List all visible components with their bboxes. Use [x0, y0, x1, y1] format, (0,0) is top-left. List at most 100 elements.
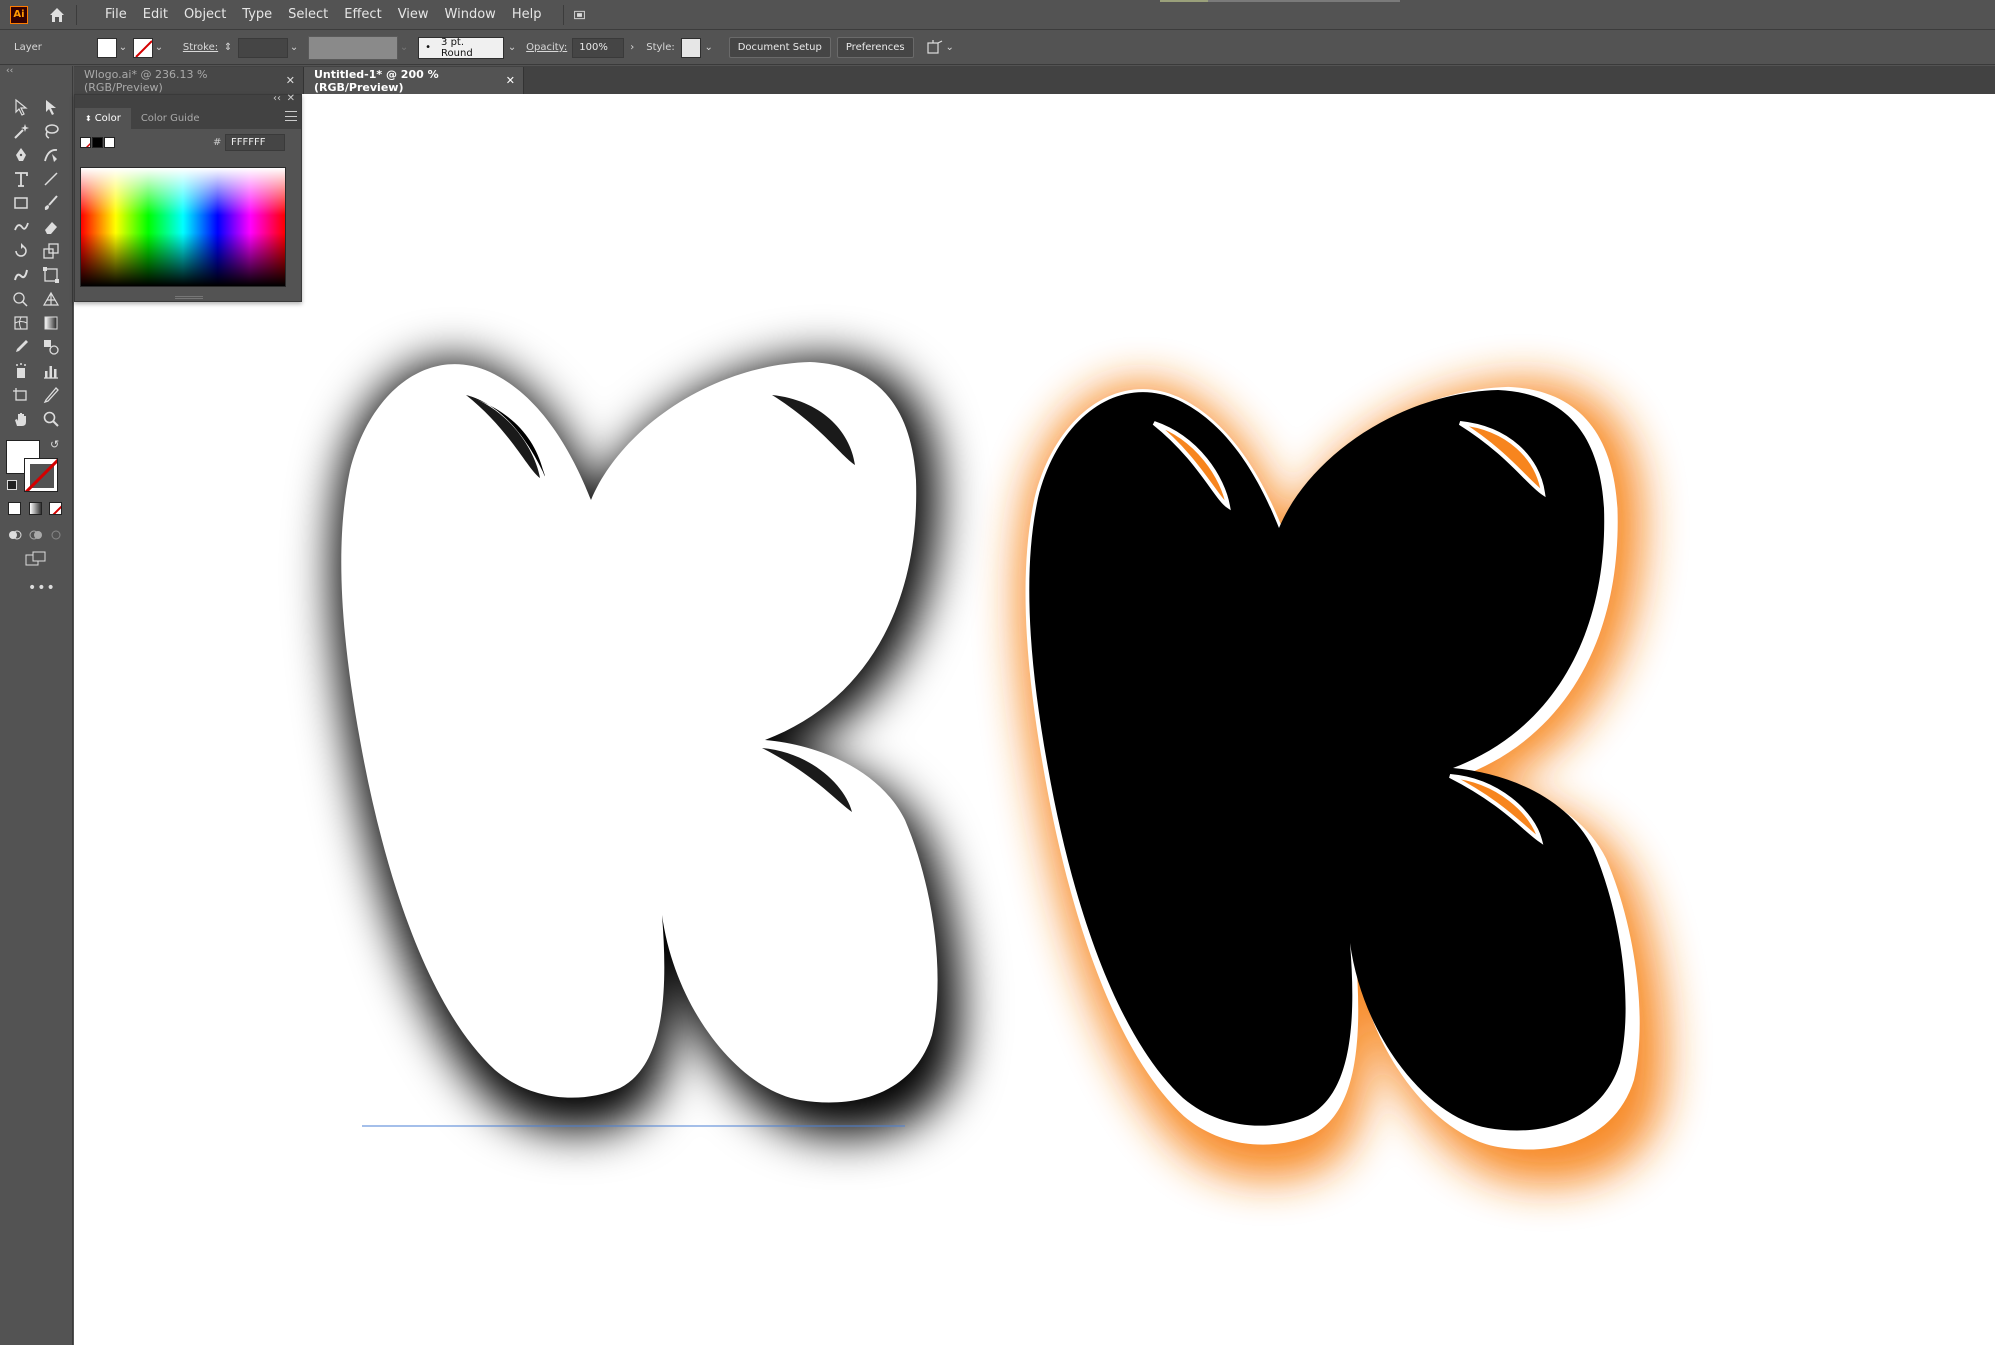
screen-mode-icon[interactable] — [24, 550, 48, 568]
menu-object[interactable]: Object — [176, 0, 234, 30]
menu-effect[interactable]: Effect — [336, 0, 389, 30]
stroke-swatch[interactable] — [132, 37, 153, 58]
draw-normal-icon[interactable] — [8, 526, 22, 540]
stroke-weight-field[interactable] — [238, 37, 289, 58]
color-mode-icon[interactable] — [8, 502, 21, 515]
menu-help[interactable]: Help — [504, 0, 550, 30]
top-progress — [1160, 0, 1400, 2]
artwork — [333, 358, 1666, 1185]
draw-behind-icon[interactable] — [29, 526, 43, 540]
arrange-icon[interactable] — [926, 39, 944, 56]
edit-toolbar-icon[interactable]: ••• — [28, 580, 56, 596]
type-tool-icon[interactable] — [8, 168, 34, 190]
pen-tool-icon[interactable] — [8, 144, 34, 166]
perspective-grid-tool-icon[interactable] — [38, 288, 64, 310]
panel-menu-icon[interactable] — [285, 111, 297, 121]
zoom-tool-icon[interactable] — [38, 408, 64, 430]
slice-tool-icon[interactable] — [38, 384, 64, 406]
hex-label: # — [213, 136, 222, 148]
none-swatch[interactable] — [80, 136, 91, 148]
gradient-tool-icon[interactable] — [38, 312, 64, 334]
hex-input[interactable]: FFFFFF — [225, 133, 285, 151]
menu-edit[interactable]: Edit — [135, 0, 176, 30]
swap-fill-stroke-icon[interactable]: ↺ — [50, 438, 59, 451]
style-label: Style: — [646, 42, 675, 53]
menu-type[interactable]: Type — [234, 0, 280, 30]
menu-file[interactable]: File — [97, 0, 135, 30]
eyedropper-tool-icon[interactable] — [8, 336, 34, 358]
panel-resize-handle[interactable] — [175, 296, 203, 299]
tab-label: Wlogo.ai* @ 236.13 % (RGB/Preview) — [84, 67, 208, 94]
tab-label: Untitled-1* @ 200 % (RGB/Preview) — [314, 67, 439, 94]
shaper-tool-icon[interactable] — [8, 216, 34, 238]
eraser-tool-icon[interactable] — [38, 216, 64, 238]
style-swatch[interactable] — [680, 37, 701, 58]
curvature-tool-icon[interactable] — [38, 144, 64, 166]
tools-panel: ‹‹ ↺ ••• — [0, 66, 73, 1345]
free-transform-tool-icon[interactable] — [38, 264, 64, 286]
right-k-group[interactable] — [1018, 380, 1666, 1185]
fill-dropdown-icon[interactable]: ⌄ — [117, 42, 129, 53]
close-icon[interactable]: ✕ — [287, 93, 295, 104]
rotate-tool-icon[interactable] — [8, 240, 34, 262]
profile-dropdown-icon[interactable]: ⌄ — [398, 42, 410, 53]
opacity-expand-icon[interactable]: › — [626, 42, 638, 53]
hand-tool-icon[interactable] — [8, 408, 34, 430]
lasso-tool-icon[interactable] — [38, 120, 64, 142]
menu-view[interactable]: View — [390, 0, 437, 30]
brush-definition-field[interactable]: • 3 pt. Round — [418, 36, 505, 59]
menu-bar: Ai File Edit Object Type Select Effect V… — [0, 0, 1995, 30]
menu-window[interactable]: Window — [437, 0, 504, 30]
tab-untitled-1[interactable]: Untitled-1* @ 200 % (RGB/Preview) ✕ — [304, 67, 524, 94]
symbol-sprayer-tool-icon[interactable] — [8, 360, 34, 382]
column-graph-tool-icon[interactable] — [38, 360, 64, 382]
draw-inside-icon[interactable] — [49, 526, 63, 540]
preferences-button[interactable]: Preferences — [836, 37, 914, 58]
selection-tool-icon[interactable] — [8, 96, 34, 118]
expand-options-icon[interactable]: ⬍ — [85, 114, 92, 123]
brush-value: 3 pt. Round — [441, 36, 473, 59]
line-tool-icon[interactable] — [38, 168, 64, 190]
gradient-mode-icon[interactable] — [29, 502, 42, 515]
color-spectrum[interactable] — [80, 167, 286, 287]
direct-selection-tool-icon[interactable] — [38, 96, 64, 118]
color-panel: ‹‹ ✕ ⬍ Color Color Guide # FFFFFF — [74, 93, 302, 302]
opacity-label: Opacity: — [526, 42, 568, 53]
document-setup-button[interactable]: Document Setup — [728, 37, 831, 58]
variable-width-profile[interactable] — [308, 35, 399, 60]
black-swatch[interactable] — [92, 136, 103, 148]
close-icon[interactable]: ✕ — [286, 74, 295, 87]
fill-swatch[interactable] — [96, 37, 117, 58]
magic-wand-tool-icon[interactable] — [8, 120, 34, 142]
blend-tool-icon[interactable] — [38, 336, 64, 358]
shape-builder-tool-icon[interactable] — [8, 288, 34, 310]
stroke-weight-dropdown-icon[interactable]: ⌄ — [288, 42, 300, 53]
selection-label: Layer — [14, 42, 42, 53]
brush-dropdown-icon[interactable]: ⌄ — [506, 42, 518, 53]
opacity-field[interactable]: 100% — [572, 37, 625, 58]
artboard-tool-icon[interactable] — [8, 384, 34, 406]
stroke-color-swatch[interactable] — [24, 458, 58, 492]
close-icon[interactable]: ✕ — [506, 74, 515, 87]
artboard-canvas[interactable] — [74, 94, 1995, 1345]
tab-color-guide[interactable]: Color Guide — [131, 108, 210, 129]
style-dropdown-icon[interactable]: ⌄ — [703, 42, 715, 53]
rectangle-tool-icon[interactable] — [8, 192, 34, 214]
home-icon[interactable] — [46, 4, 68, 26]
stroke-dropdown-icon[interactable]: ⌄ — [153, 42, 165, 53]
scale-tool-icon[interactable] — [38, 240, 64, 262]
warp-tool-icon[interactable] — [8, 264, 34, 286]
paintbrush-tool-icon[interactable] — [38, 192, 64, 214]
none-mode-icon[interactable] — [49, 502, 62, 515]
default-colors-icon[interactable] — [7, 480, 17, 490]
arrange-documents-icon[interactable] — [563, 4, 586, 25]
toolbar-collapse-icon[interactable]: ‹‹ — [0, 66, 73, 80]
mesh-tool-icon[interactable] — [8, 312, 34, 334]
tab-wlogo[interactable]: Wlogo.ai* @ 236.13 % (RGB/Preview) ✕ — [74, 67, 304, 94]
white-swatch[interactable] — [104, 136, 115, 148]
arrange-dropdown-icon[interactable]: ⌄ — [944, 42, 956, 53]
tab-color[interactable]: ⬍ Color — [75, 108, 131, 129]
collapse-panel-icon[interactable]: ‹‹ — [273, 93, 281, 104]
menu-select[interactable]: Select — [280, 0, 336, 30]
stroke-stepper-icon[interactable]: ⇕ — [222, 42, 234, 53]
